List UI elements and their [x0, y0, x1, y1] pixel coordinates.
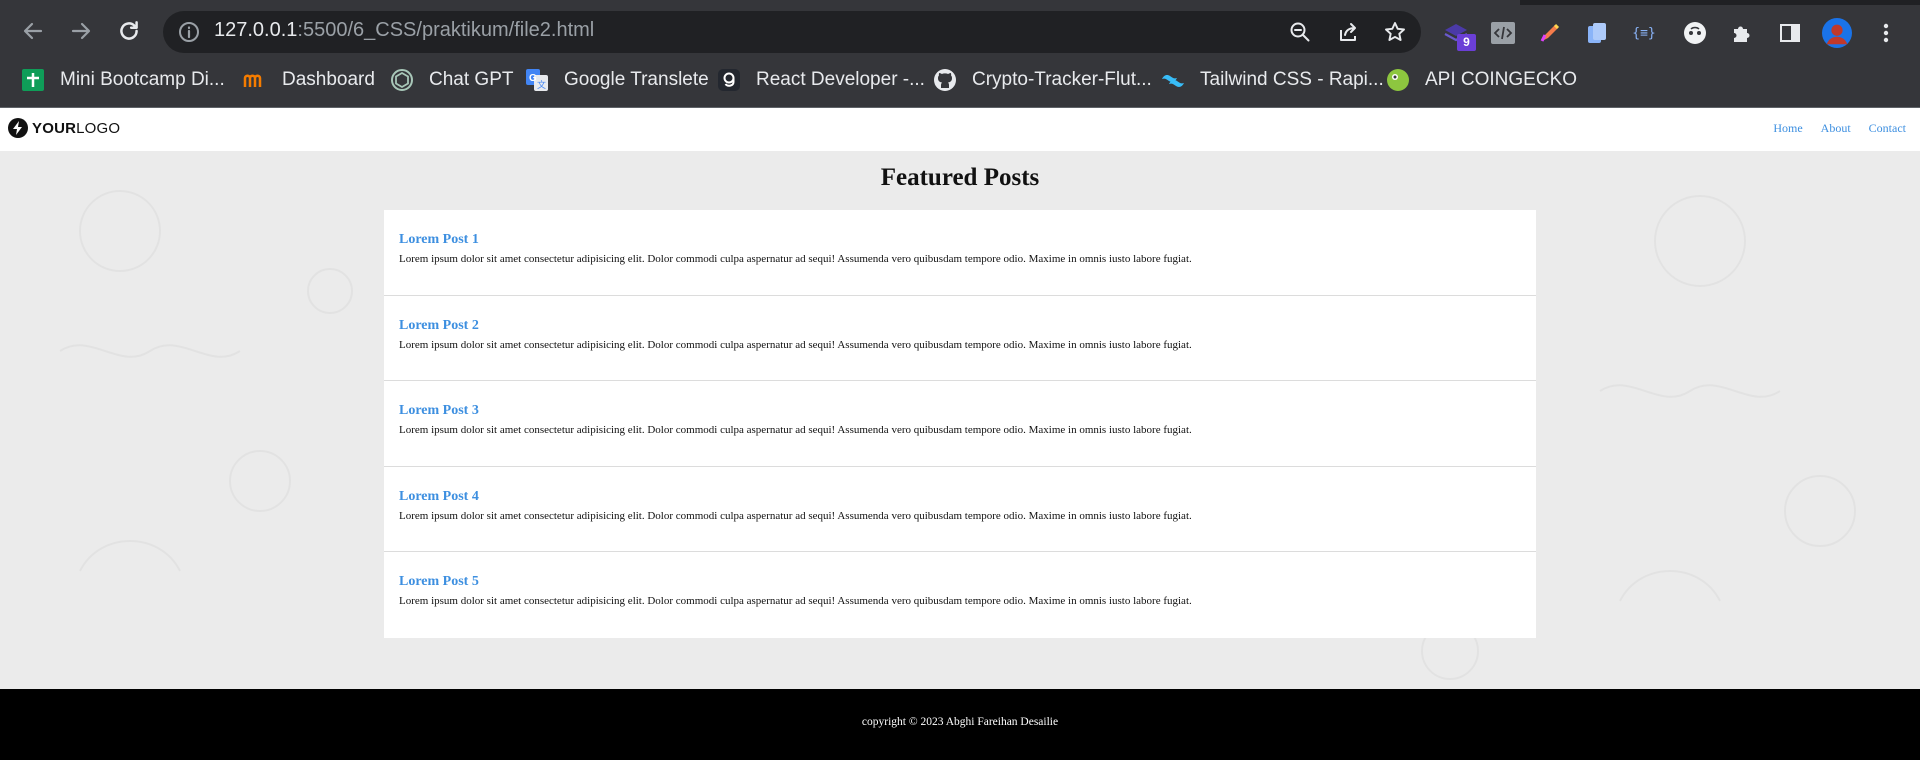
site-info-icon[interactable]: [177, 20, 201, 44]
bookmark-item[interactable]: Tailwind CSS - Rapi...: [1160, 57, 1384, 103]
extension-badge: 9: [1457, 34, 1476, 51]
avatar: [1822, 18, 1852, 48]
share-icon[interactable]: [1336, 20, 1360, 44]
post-card: Lorem Post 1 Lorem ipsum dolor sit amet …: [384, 210, 1536, 296]
bookmark-label: React Developer -...: [756, 69, 925, 90]
github-icon: [932, 67, 958, 93]
bookmark-star-icon[interactable]: [1383, 20, 1407, 44]
profile-button[interactable]: [1822, 18, 1852, 48]
bookmark-item[interactable]: API COINGECKO: [1385, 57, 1577, 103]
lightning-icon: [8, 118, 28, 138]
google-sheets-icon: [20, 67, 46, 93]
url-path: :5500/6_CSS/praktikum/file2.html: [297, 19, 595, 41]
bookmark-label: Google Translete: [564, 69, 709, 90]
post-body: Lorem ipsum dolor sit amet consectetur a…: [399, 509, 1192, 522]
post-card: Lorem Post 4 Lorem ipsum dolor sit amet …: [384, 467, 1536, 552]
extension-2[interactable]: [1488, 18, 1518, 48]
page-title: Featured Posts: [880, 164, 1040, 191]
post-title[interactable]: Lorem Post 1: [399, 232, 1521, 248]
extension-3[interactable]: [1535, 18, 1565, 48]
post-card: Lorem Post 5 Lorem ipsum dolor sit amet …: [384, 552, 1536, 638]
browser-toolbar: 127.0.0.1:5500/6_CSS/praktikum/file2.htm…: [0, 5, 1920, 57]
bookmark-item[interactable]: React Developer -...: [716, 57, 925, 103]
forward-arrow-icon: [71, 22, 91, 40]
address-bar[interactable]: 127.0.0.1:5500/6_CSS/praktikum/file2.htm…: [163, 11, 1421, 53]
site-footer: copyright © 2023 Abghi Fareihan Desailie: [0, 689, 1920, 760]
bookmark-label: Chat GPT: [429, 69, 514, 90]
dashboard-icon: [242, 67, 268, 93]
chatgpt-icon: [389, 67, 415, 93]
post-title[interactable]: Lorem Post 5: [399, 574, 1521, 590]
logo-light: LOGO: [76, 119, 121, 137]
post-title[interactable]: Lorem Post 2: [399, 318, 1521, 334]
post-body: Lorem ipsum dolor sit amet consectetur a…: [399, 595, 1192, 607]
post-card: Lorem Post 3 Lorem ipsum dolor sit amet …: [384, 381, 1536, 467]
post-card: Lorem Post 2 Lorem ipsum dolor sit amet …: [384, 296, 1536, 381]
bookmark-item[interactable]: Crypto-Tracker-Flut...: [932, 57, 1152, 103]
extensions-menu-button[interactable]: [1727, 18, 1757, 48]
json-formatter-icon: {≡}: [1632, 25, 1656, 41]
logo-text: YOURLOGO: [32, 120, 120, 137]
browser-chrome: 127.0.0.1:5500/6_CSS/praktikum/file2.htm…: [0, 0, 1920, 108]
bookmark-item[interactable]: Mini Bootcamp Di...: [20, 57, 225, 103]
nav-home[interactable]: Home: [1773, 121, 1802, 136]
back-button[interactable]: [13, 11, 53, 51]
side-panel-icon: [1780, 24, 1800, 42]
site-header: YOURLOGO Home About Contact: [0, 108, 1920, 151]
url-host: 127.0.0.1: [214, 19, 298, 41]
post-body: Lorem ipsum dolor sit amet consectetur a…: [399, 253, 1192, 265]
post-title[interactable]: Lorem Post 4: [399, 489, 1521, 505]
extension-6[interactable]: [1680, 18, 1710, 48]
reload-button[interactable]: [109, 11, 149, 51]
nav-about[interactable]: About: [1821, 121, 1851, 136]
bookmark-label: Mini Bootcamp Di...: [60, 69, 225, 90]
bookmark-item[interactable]: Chat GPT: [389, 57, 513, 103]
post-title[interactable]: Lorem Post 3: [399, 403, 1521, 419]
react-dev-icon: [716, 67, 742, 93]
zoom-icon[interactable]: [1288, 20, 1312, 44]
svg-text:G: G: [529, 73, 537, 84]
logo[interactable]: YOURLOGO: [8, 118, 120, 138]
nav-contact[interactable]: Contact: [1869, 121, 1906, 136]
svg-text:文: 文: [537, 79, 546, 91]
bookmark-label: Crypto-Tracker-Flut...: [972, 69, 1152, 90]
copy-extension-icon: [1588, 23, 1606, 43]
site-nav: Home About Contact: [1773, 121, 1906, 136]
side-panel-button[interactable]: [1775, 18, 1805, 48]
kebab-menu-icon: [1883, 23, 1889, 43]
extension-1[interactable]: 9: [1441, 18, 1476, 51]
back-arrow-icon: [23, 22, 43, 40]
reload-icon: [120, 21, 138, 40]
puzzle-icon: [1734, 26, 1750, 42]
extension-5[interactable]: {≡}: [1629, 18, 1659, 48]
google-translate-icon: G文: [524, 67, 550, 93]
bookmark-item[interactable]: G文 Google Translete: [524, 57, 709, 103]
circle-extension-icon: [1684, 22, 1706, 44]
bookmark-item[interactable]: Dashboard: [242, 57, 375, 103]
code-viewer-icon: [1491, 22, 1515, 44]
bookmark-label: Tailwind CSS - Rapi...: [1200, 69, 1384, 90]
color-picker-icon: [1540, 23, 1560, 42]
url-text[interactable]: 127.0.0.1:5500/6_CSS/praktikum/file2.htm…: [214, 19, 594, 42]
tailwind-icon: [1160, 67, 1186, 93]
logo-bold: YOUR: [32, 119, 77, 137]
bookmarks-bar: Mini Bootcamp Di... Dashboard Chat GPT G…: [0, 57, 1920, 107]
bookmark-label: API COINGECKO: [1425, 69, 1578, 90]
extension-4[interactable]: [1582, 18, 1612, 48]
posts-list: Lorem Post 1 Lorem ipsum dolor sit amet …: [384, 210, 1536, 638]
copyright-text: copyright © 2023 Abghi Fareihan Desailie: [861, 716, 1059, 728]
forward-button[interactable]: [61, 11, 101, 51]
coingecko-icon: [1385, 67, 1411, 93]
post-body: Lorem ipsum dolor sit amet consectetur a…: [399, 424, 1192, 436]
post-body: Lorem ipsum dolor sit amet consectetur a…: [399, 338, 1192, 351]
bookmark-label: Dashboard: [282, 69, 375, 90]
browser-menu-button[interactable]: [1871, 18, 1901, 48]
